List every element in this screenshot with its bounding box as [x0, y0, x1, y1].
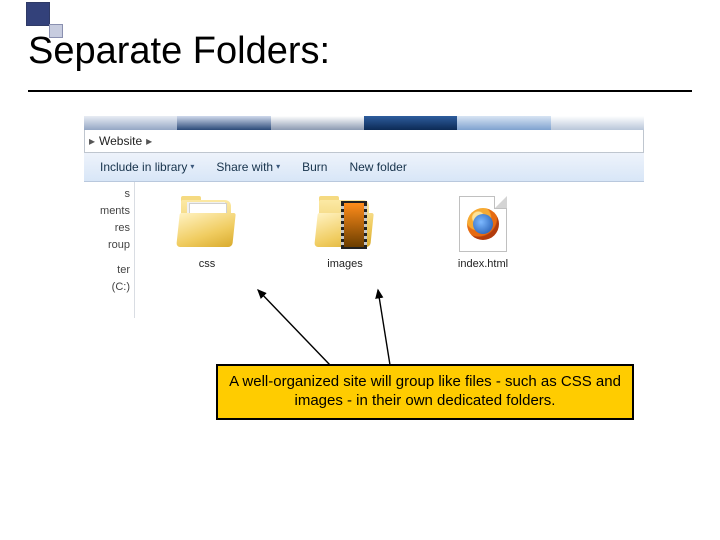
nav-item[interactable]: s — [84, 186, 130, 203]
title-rule — [28, 90, 692, 93]
share-with-button[interactable]: Share with ▾ — [206, 153, 290, 181]
chevron-down-icon: ▾ — [276, 153, 280, 181]
file-label: index.html — [458, 258, 508, 270]
file-label: images — [327, 258, 362, 270]
folder-icon — [313, 194, 377, 252]
include-in-library-button[interactable]: Include in library ▾ — [90, 153, 204, 181]
chevron-right-icon: ▸ — [85, 134, 99, 148]
nav-item[interactable]: ter — [84, 262, 130, 279]
nav-item[interactable]: roup — [84, 237, 130, 254]
chevron-down-icon: ▾ — [190, 153, 194, 181]
nav-item[interactable]: res — [84, 220, 130, 237]
explorer-toolbar: Include in library ▾ Share with ▾ Burn N… — [84, 153, 644, 182]
nav-item[interactable]: (C:) — [84, 279, 130, 296]
window-titlebar — [84, 116, 644, 130]
nav-pane[interactable]: s ments res roup ter (C:) — [84, 182, 135, 318]
explorer-window: ▸ Website ▸ Include in library ▾ Share w… — [84, 116, 644, 316]
nav-item[interactable]: ments — [84, 203, 130, 220]
file-label: css — [199, 258, 216, 270]
folder-icon — [175, 194, 239, 252]
annotation-callout: A well-organized site will group like fi… — [216, 364, 634, 420]
html-file-icon — [451, 194, 515, 252]
slide-title: Separate Folders: — [28, 30, 330, 73]
breadcrumb-item[interactable]: Website — [99, 134, 142, 148]
folder-item-css[interactable]: css — [165, 194, 249, 318]
file-item-index[interactable]: index.html — [441, 194, 525, 318]
chevron-right-icon: ▸ — [142, 134, 156, 148]
breadcrumb[interactable]: ▸ Website ▸ — [84, 130, 644, 153]
burn-button[interactable]: Burn — [292, 153, 337, 181]
folder-item-images[interactable]: images — [303, 194, 387, 318]
file-pane[interactable]: css images index.html — [135, 182, 644, 318]
new-folder-button[interactable]: New folder — [339, 153, 416, 181]
